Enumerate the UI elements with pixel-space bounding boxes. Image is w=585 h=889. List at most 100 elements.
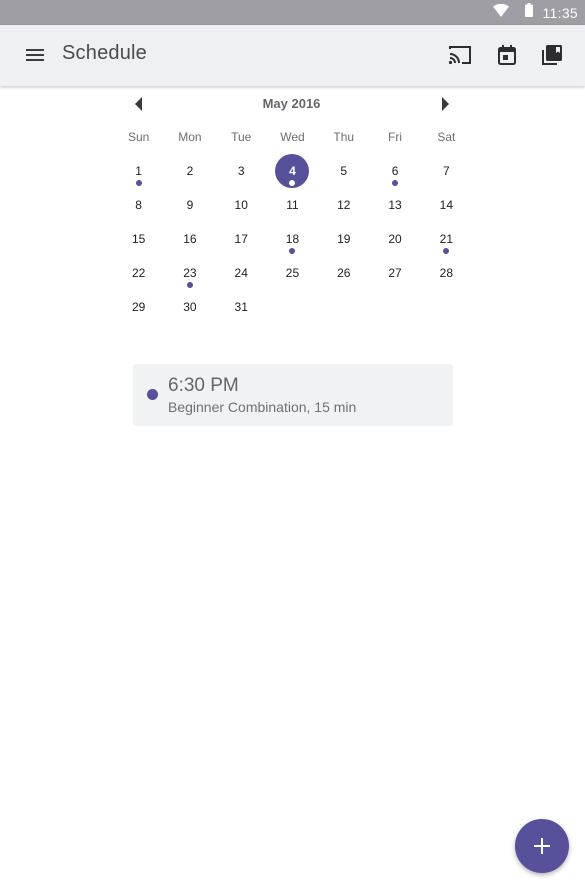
calendar-day-number: 21	[439, 232, 453, 246]
calendar-day[interactable]: 5	[318, 154, 369, 188]
calendar-week-row: 1 2 3 4 5 6 7	[113, 154, 472, 188]
weekday-label: Mon	[178, 130, 202, 144]
event-dot	[135, 180, 142, 186]
menu-button[interactable]	[22, 42, 48, 68]
calendar-day-number: 11	[286, 198, 299, 212]
calendar-day-number: 28	[439, 266, 453, 280]
calendar-day-number: 13	[388, 198, 402, 212]
calendar-day-number: 4	[289, 164, 296, 178]
calendar-day-selected[interactable]: 4	[267, 154, 318, 188]
calendar-empty-cell	[267, 290, 318, 324]
calendar-day-number: 24	[234, 266, 248, 280]
calendar-day[interactable]: 26	[318, 256, 369, 290]
calendar-day-number: 6	[391, 164, 399, 178]
event-dot	[186, 282, 193, 288]
calendar-day-number: 14	[439, 198, 453, 212]
calendar-day-number: 10	[234, 198, 248, 212]
plus-icon	[534, 838, 550, 854]
calendar-day-number: 22	[131, 266, 146, 280]
next-month-button[interactable]	[438, 96, 452, 112]
calendar-day[interactable]: 25	[267, 256, 318, 290]
calendar-day[interactable]: 6	[369, 154, 420, 188]
calendar-day[interactable]: 1	[113, 154, 164, 188]
event-dot	[392, 180, 399, 186]
calendar-day-number: 27	[388, 266, 402, 280]
calendar-day[interactable]: 28	[421, 256, 472, 290]
calendar-day[interactable]: 13	[369, 188, 420, 222]
calendar-day[interactable]: 3	[216, 154, 267, 188]
weekday-label: Tue	[231, 130, 252, 144]
calendar-day-number: 23	[183, 266, 197, 280]
calendar-day-number: 19	[337, 232, 351, 246]
calendar-day[interactable]: 15	[113, 222, 164, 256]
calendar-day-number: 20	[388, 232, 402, 246]
calendar-button[interactable]	[493, 41, 521, 69]
cast-button[interactable]	[446, 41, 474, 69]
calendar-day-number: 12	[337, 198, 351, 212]
calendar-day[interactable]: 2	[164, 154, 215, 188]
calendar-day[interactable]: 8	[113, 188, 164, 222]
calendar-day[interactable]: 30	[164, 290, 215, 324]
add-button[interactable]	[515, 819, 569, 873]
calendar-day-number: 7	[442, 164, 450, 178]
event-description: Beginner Combination, 15 min	[168, 399, 357, 415]
calendar-day[interactable]: 27	[369, 256, 420, 290]
calendar-day[interactable]: 29	[113, 290, 164, 324]
event-dot	[443, 248, 450, 254]
status-time: 11:35	[542, 4, 578, 21]
calendar-day-number: 9	[186, 198, 194, 212]
calendar-header: May 2016	[128, 92, 455, 116]
library-button[interactable]	[538, 41, 566, 69]
calendar-week-row: 15 16 17 18 19 20 21	[113, 222, 472, 256]
page-title: Schedule	[62, 42, 147, 64]
calendar-day[interactable]: 12	[318, 188, 369, 222]
calendar-day-number: 1	[135, 164, 142, 178]
calendar-empty-cell	[369, 290, 420, 324]
calendar-day[interactable]: 11	[267, 188, 318, 222]
calendar-week-row: 8 9 10 11 12 13 14	[113, 188, 472, 222]
calendar-day[interactable]: 24	[216, 256, 267, 290]
calendar-day[interactable]: 10	[216, 188, 267, 222]
calendar-day[interactable]: 14	[421, 188, 472, 222]
status-icons: 11:35	[492, 0, 585, 25]
weekday-label: Sat	[437, 130, 456, 144]
weekday-label: Thu	[333, 130, 355, 144]
weekday-row: Sun Mon Tue Wed Thu Fri Sat	[113, 130, 472, 144]
menu-icon	[26, 49, 44, 61]
calendar-icon	[498, 45, 516, 65]
calendar-day-number: 8	[135, 198, 142, 212]
calendar-day-number: 26	[337, 266, 351, 280]
weekday-label: Wed	[280, 130, 305, 144]
calendar-week-row: 29 30 31	[113, 290, 472, 324]
calendar-day[interactable]: 16	[164, 222, 215, 256]
status-bar: 11:35	[0, 0, 585, 25]
calendar-day[interactable]: 31	[216, 290, 267, 324]
calendar-day-number: 30	[183, 300, 197, 314]
calendar-day-number: 3	[237, 164, 245, 178]
calendar-day[interactable]: 22	[113, 256, 164, 290]
month-label: May 2016	[262, 96, 321, 111]
calendar-day-number: 17	[234, 232, 248, 246]
calendar-grid: 1 2 3 4 5 6 7 8 9 10 11 12 13 14 15 16 17 18 19 20 21 22 23 24 2…	[113, 154, 472, 324]
event-time: 6:30 PM	[168, 375, 239, 396]
calendar-day-number: 16	[183, 232, 197, 246]
weekday-label: Fri	[388, 130, 403, 144]
calendar-day[interactable]: 17	[216, 222, 267, 256]
calendar-day[interactable]: 21	[421, 222, 472, 256]
calendar-day[interactable]: 7	[421, 154, 472, 188]
calendar-day-number: 5	[340, 164, 348, 178]
calendar-week-row: 22 23 24 25 26 27 28	[113, 256, 472, 290]
calendar-day[interactable]: 19	[318, 222, 369, 256]
calendar-empty-cell	[318, 290, 369, 324]
calendar-day[interactable]: 9	[164, 188, 215, 222]
calendar-empty-cell	[421, 290, 472, 324]
calendar-day[interactable]: 20	[369, 222, 420, 256]
calendar-day[interactable]: 23	[164, 256, 215, 290]
event-card[interactable]: 6:30 PM Beginner Combination, 15 min	[133, 364, 453, 426]
calendar-day-number: 31	[234, 300, 248, 314]
wifi-icon	[492, 3, 509, 22]
calendar-day-number: 25	[285, 266, 300, 280]
calendar-day-number: 18	[285, 232, 300, 246]
library-icon	[542, 45, 562, 65]
calendar-day[interactable]: 18	[267, 222, 318, 256]
